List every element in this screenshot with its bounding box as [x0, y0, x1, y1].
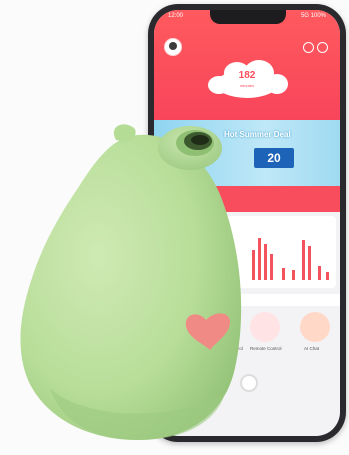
feature-label: Remote Control [250, 346, 282, 351]
chart-bar [308, 246, 311, 280]
chart-bar [264, 244, 267, 280]
cloud-counter: 182 minutes [206, 60, 288, 102]
chart-bar [282, 268, 285, 280]
chart-bar [252, 250, 255, 280]
chart-bar [318, 266, 321, 280]
chart-bar [302, 240, 305, 280]
ai-chat-button[interactable] [300, 312, 330, 342]
chart-bar [258, 238, 261, 280]
status-indicators: 5G 100% [300, 13, 326, 19]
chart-bar [292, 270, 295, 280]
cloud-caption: minutes [239, 83, 254, 88]
remote-control-button[interactable] [250, 312, 280, 342]
green-device [20, 124, 242, 440]
product-photo: 12:00 5G 100% 182 minutes Hot Summer Dea… [0, 0, 349, 455]
banner-price: 20 [254, 148, 294, 168]
phone-notch [210, 10, 286, 24]
status-time: 12:00 [168, 13, 184, 19]
chart-bar [326, 272, 329, 280]
cloud-value: 182 [238, 70, 256, 81]
feature-label: AI Chat [304, 346, 320, 351]
chart-bar [270, 254, 273, 280]
avatar[interactable] [164, 38, 182, 56]
settings-icon[interactable] [317, 42, 328, 53]
help-icon[interactable] [303, 42, 314, 53]
